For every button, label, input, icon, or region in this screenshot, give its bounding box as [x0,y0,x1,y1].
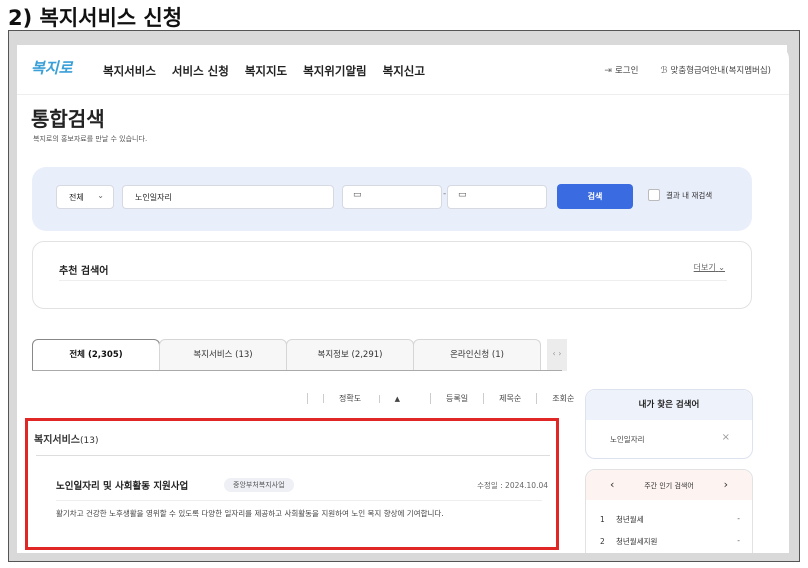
nav-welfare-map[interactable]: 복지지도 [245,63,287,79]
rank-change: - [737,514,740,523]
sort-views[interactable]: 조회순 [536,393,589,404]
sort-title[interactable]: 제목순 [483,393,536,404]
result-title[interactable]: 노인일자리 및 사회활동 지원사업 [56,478,188,492]
chevron-down-icon: ⌄ [718,263,725,272]
login-label: 로그인 [614,66,639,76]
within-results-checkbox[interactable] [648,189,660,201]
nav-welfare-services[interactable]: 복지서비스 [103,63,156,79]
page-subtitle: 복지로의 홍보자료를 만날 수 있습니다. [33,135,148,143]
benefit-guide-label: 맞춤형급여안내(복지멤버십) [670,66,771,76]
more-label: 더보기 [693,263,716,272]
nav-service-apply[interactable]: 서비스 신청 [172,63,229,79]
chevron-right-icon[interactable]: › [724,478,728,491]
result-date: 수정일 : 2024.10.04 [477,481,548,490]
tab-online-apply[interactable]: 온라인신청 (1) [413,339,541,371]
screenshot-frame: 복지로 복지서비스 서비스 신청 복지지도 복지위기알림 복지신고 ⇥ 로그인 ℬ… [8,30,800,562]
main-nav: 복지서비스 서비스 신청 복지지도 복지위기알림 복지신고 [103,63,425,79]
frame-top-border [9,31,799,45]
highlight-box: 복지서비스(13) 노인일자리 및 사회활동 지원사업 중앙부처복지사업 수정일… [25,418,559,550]
section-title: 복지서비스(13) [34,431,98,446]
sort-date[interactable]: 등록일 [430,393,483,404]
sort-options: 정확도 ▲ 등록일 제목순 조회순 [307,393,589,404]
my-searches-panel: 내가 찾은 검색어 노인일자리 × [585,389,753,459]
section-count: (13) [80,436,99,446]
my-searches-title: 내가 찾은 검색어 [586,390,752,420]
divider [56,500,542,501]
result-card[interactable]: 노인일자리 및 사회활동 지원사업 중앙부처복지사업 수정일 : 2024.10… [36,455,550,545]
divider [59,280,727,281]
popular-term: 청년월세 [616,515,644,524]
within-results-label[interactable]: 결과 내 재검색 [666,190,712,201]
nav-welfare-report[interactable]: 복지신고 [383,63,425,79]
close-icon[interactable]: × [722,432,730,443]
login-icon: ⇥ [604,66,612,76]
login-link[interactable]: ⇥ 로그인 [604,64,638,76]
list-item[interactable]: 2 청년월세지원 - [600,536,740,547]
site-header: 복지로 복지서비스 서비스 신청 복지지도 복지위기알림 복지신고 ⇥ 로그인 ℬ… [17,45,789,95]
site-logo[interactable]: 복지로 [31,57,72,78]
recommended-more-link[interactable]: 더보기 ⌄ [694,262,725,273]
rank-number: 2 [600,537,605,546]
benefit-guide-icon: ℬ [660,66,668,76]
status-badge: 중앙부처복지사업 [224,478,294,492]
tab-welfare-services[interactable]: 복지서비스 (13) [159,339,287,371]
search-panel: 전체 ⌄ 노인일자리 ▭ - ▭ 검색 결과 내 재검색 [32,167,752,231]
search-button[interactable]: 검색 [557,184,633,209]
search-input[interactable]: 노인일자리 [122,185,334,209]
popular-term: 청년월세지원 [616,537,658,546]
tab-underline [32,370,562,371]
list-item[interactable]: 1 청년월세 - [600,514,740,525]
result-tabs: 전체 (2,305) 복지서비스 (13) 복지정보 (2,291) 온라인신청… [32,339,541,371]
calendar-icon: ▭ [353,190,362,200]
nav-crisis-alert[interactable]: 복지위기알림 [303,63,366,79]
scope-select-value: 전체 [69,193,84,202]
recommended-keywords-panel: 추천 검색어 더보기 ⌄ [32,241,752,309]
sort-accuracy[interactable]: 정확도 ▲ [307,393,430,404]
result-description: 활기차고 건강한 노후생활을 영위할 수 있도록 다양한 일자리를 제공하고 사… [56,509,444,518]
my-search-item[interactable]: 노인일자리 [610,434,645,445]
scope-select[interactable]: 전체 ⌄ [56,185,114,209]
tab-welfare-info[interactable]: 복지정보 (2,291) [286,339,414,371]
tab-scroll-arrows[interactable]: ‹ › [547,339,567,371]
chevron-down-icon: ⌄ [97,191,104,200]
popular-searches-panel: ‹ 주간 인기 검색어 › 1 청년월세 - 2 청년월세지원 - [585,469,753,553]
end-date-input[interactable]: ▭ [447,185,547,209]
date-separator: - [443,189,447,199]
popular-searches-header: ‹ 주간 인기 검색어 › [586,470,752,500]
benefit-guide-link[interactable]: ℬ 맞춤형급여안내(복지멤버십) [660,64,771,76]
web-page: 복지로 복지서비스 서비스 신청 복지지도 복지위기알림 복지신고 ⇥ 로그인 ℬ… [17,45,789,553]
sort-accuracy-label: 정확도 [323,394,377,403]
recommended-keywords-title: 추천 검색어 [59,266,109,277]
frame-left-border [9,31,17,561]
rank-number: 1 [600,515,605,524]
page-title: 통합검색 [31,107,105,131]
sort-up-icon: ▲ [378,395,416,403]
section-title-text: 복지서비스 [34,435,80,446]
tab-all[interactable]: 전체 (2,305) [32,339,160,371]
rank-change: - [737,536,740,545]
start-date-input[interactable]: ▭ [342,185,442,209]
calendar-icon: ▭ [458,190,467,200]
utility-links: ⇥ 로그인 ℬ 맞춤형급여안내(복지멤버십) [604,64,771,76]
slide-title: 2) 복지서비스 신청 [8,6,183,30]
